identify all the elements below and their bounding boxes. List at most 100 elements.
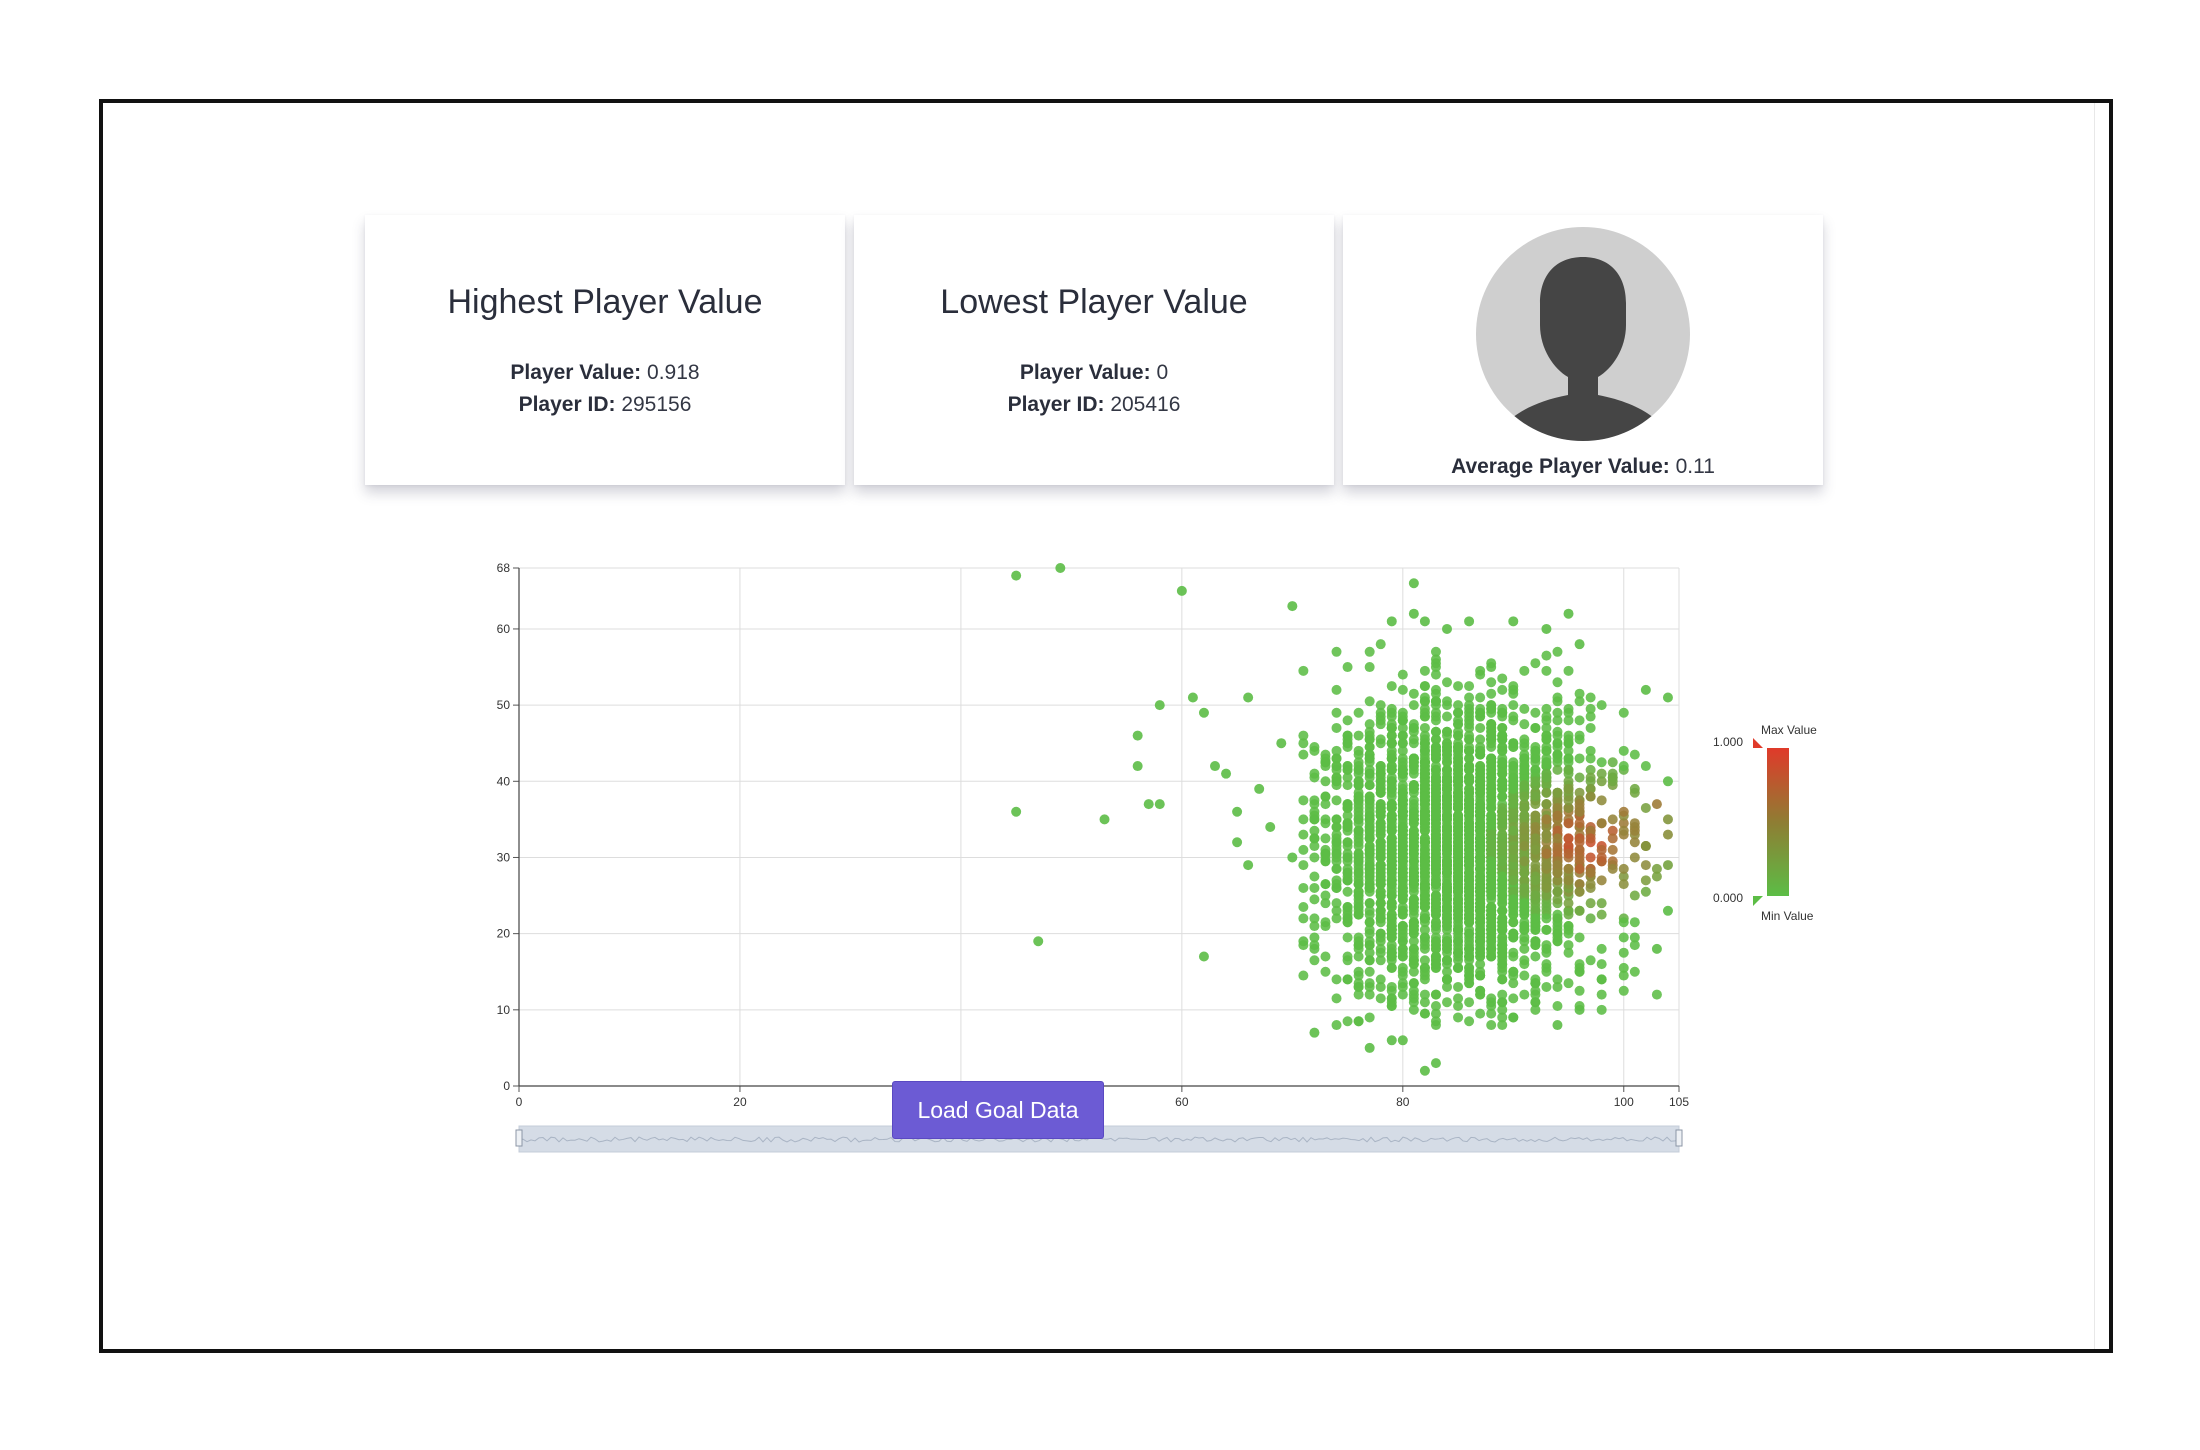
scatter-point [1309,833,1320,844]
scatter-point [1375,841,1386,852]
scatter-point [1497,757,1508,768]
scatter-point [1331,707,1342,718]
range-slider-right-handle[interactable] [1675,1129,1683,1147]
scatter-point [1254,783,1265,794]
scatter-point [1419,1008,1430,1019]
scatter-point [1342,955,1353,966]
scatter-point [1497,997,1508,1008]
scatter-point [1552,1001,1563,1012]
scatter-point [1497,776,1508,787]
scatter-point [1552,738,1563,749]
scatter-point [1629,783,1640,794]
scatter-point [1475,913,1486,924]
scatter-point [1419,867,1430,878]
scatter-point [1486,871,1497,882]
scatter-point [1607,863,1618,874]
scatter-point [1331,848,1342,859]
scatter-point [1486,677,1497,688]
scatter-point [1375,639,1386,650]
scatter-point [1607,757,1618,768]
scatter-point [1497,917,1508,928]
scatter-point [1453,761,1464,772]
scatter-point [1331,993,1342,1004]
scatter-point [1530,658,1541,669]
scatter-point [1408,734,1419,745]
scatter-point [1309,814,1320,825]
scatter-point [1408,814,1419,825]
scatter-point [1442,776,1452,787]
legend-min-handle [1753,896,1763,906]
scatter-point [1320,951,1331,962]
scatter-point [1640,841,1651,852]
scatter-point [1651,871,1662,882]
scatter-point [1408,841,1419,852]
scatter-point [1607,772,1618,783]
scatter-point [1309,799,1320,810]
scatter-point [1320,818,1331,829]
scatter-point [1563,707,1574,718]
scatter-point [1397,837,1408,848]
scatter-point [1132,730,1143,741]
scatter-point [1298,665,1309,676]
scatter-point [1342,913,1353,924]
scatter-point [1497,673,1508,684]
scatter-point [1508,1012,1519,1023]
scatter-point [1497,974,1508,985]
scatter-point [1552,749,1563,760]
scatter-point [1430,715,1441,726]
scatter-point [1563,947,1574,958]
scatter-point [1386,681,1397,692]
scatter-point [1364,768,1375,779]
scatter-point [1386,719,1397,730]
scatter-point [1364,1012,1375,1023]
scatter-point [1375,700,1386,711]
scatter-point [1541,981,1552,992]
scatter-point [1530,936,1541,947]
scatter-point [1408,719,1419,730]
scatter-point [1541,882,1552,893]
scatter-point [1298,901,1309,912]
scatter-point [1618,947,1629,958]
scatter-point [1342,841,1353,852]
scatter-point [1475,722,1486,733]
x-tick-label: 20 [733,1095,747,1109]
scatter-point [1563,818,1574,829]
scatter-point [1287,601,1298,612]
scatter-point [1519,989,1530,1000]
scatter-point [1464,692,1475,703]
scatter-point [1563,848,1574,859]
scatter-point [1508,844,1519,855]
scatter-point [1430,726,1441,737]
scatter-point [1298,730,1309,741]
scatter-point [1331,905,1342,916]
highest-player-value: 0.918 [647,361,700,384]
scatter-point [1486,757,1497,768]
scatter-point [1375,879,1386,890]
scatter-point [1541,848,1552,859]
scatter-point [1497,814,1508,825]
scatter-point [1508,894,1519,905]
x-tick-label: 100 [1614,1095,1634,1109]
scatter-point [1453,837,1464,848]
scatter-point [1662,776,1673,787]
scatter-point [1596,909,1607,920]
scatter-point [1629,966,1640,977]
scatter-point [1552,646,1563,657]
scroll-edge [2094,103,2095,1349]
scatter-point [1331,776,1342,787]
scatter-point [1530,776,1541,787]
scatter-point [1342,974,1353,985]
scatter-point [1320,966,1331,977]
scatter-point [1309,768,1320,779]
scatter-point [1419,966,1430,977]
scatter-point [1585,791,1596,802]
scatter-point [1353,818,1364,829]
scatter-point [1618,985,1629,996]
scatter-point [1408,978,1419,989]
scatter-point [1574,886,1585,897]
load-goal-data-button[interactable]: Load Goal Data [892,1081,1104,1139]
scatter-point [1419,791,1430,802]
scatter-point [1320,833,1331,844]
scatter-point [1408,700,1419,711]
range-slider-left-handle[interactable] [515,1129,523,1147]
